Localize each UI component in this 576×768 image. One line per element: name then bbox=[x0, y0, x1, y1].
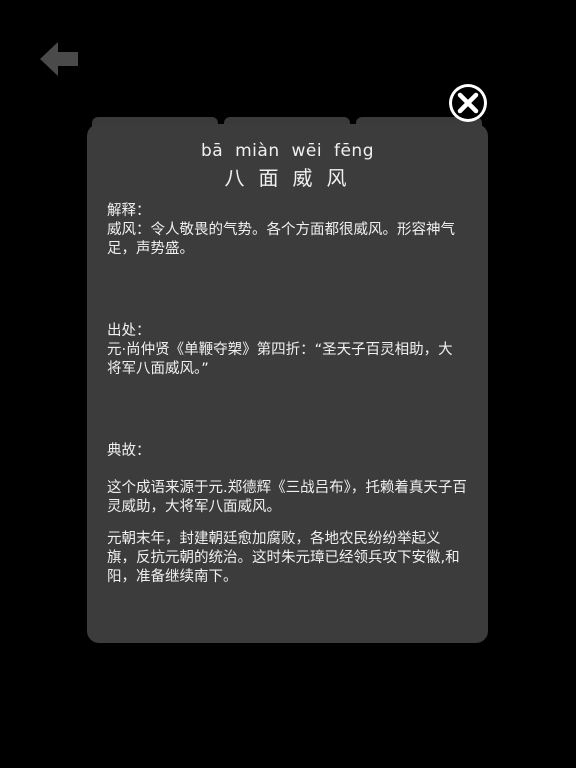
idiom-pinyin: bā miàn wēi fēng bbox=[201, 141, 374, 161]
idiom-headword: 八面威风 bbox=[224, 166, 361, 190]
back-button[interactable] bbox=[40, 40, 80, 78]
screen: bā miàn wēi fēng 八面威风 解释： 威风：令人敬畏的气势。各个方… bbox=[0, 0, 576, 768]
source-text: 元·尚仲贤《单鞭夺槊》第四折：“圣天子百灵相助，大将军八面威风。” bbox=[107, 342, 453, 377]
story-label: 典故： bbox=[107, 443, 151, 459]
explanation-text: 威风：令人敬畏的气势。各个方面都很威风。形容神气足，声势盛。 bbox=[107, 222, 455, 257]
close-button[interactable] bbox=[447, 82, 489, 124]
story-paragraph-1: 这个成语来源于元.郑德辉《三战吕布》，托赖着真天子百灵威助，大将军八面威风。 bbox=[107, 480, 467, 515]
idiom-detail-card: bā miàn wēi fēng 八面威风 解释： 威风：令人敬畏的气势。各个方… bbox=[87, 124, 488, 643]
explanation-label: 解释： bbox=[107, 203, 151, 219]
source-label: 出处： bbox=[107, 323, 151, 339]
back-arrow-icon bbox=[40, 42, 78, 76]
story-paragraph-2: 元朝末年，封建朝廷愈加腐败，各地农民纷纷举起义旗，反抗元朝的统治。这时朱元璋已经… bbox=[107, 531, 460, 585]
close-circle-icon bbox=[449, 84, 487, 122]
